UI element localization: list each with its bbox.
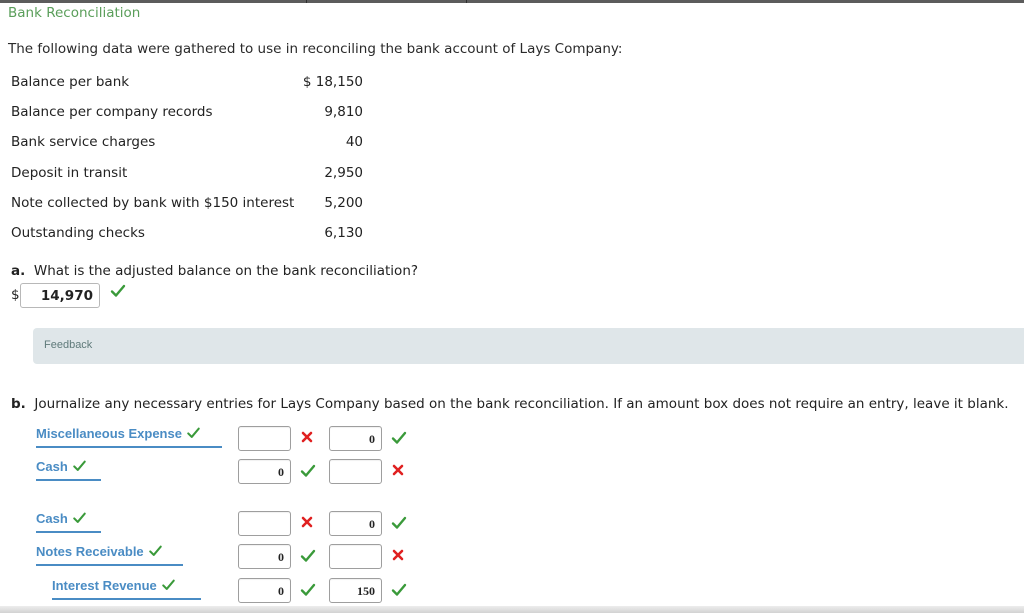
- question-b-text: Journalize any necessary entries for Lay…: [34, 396, 1009, 412]
- page-title: Bank Reconciliation: [8, 5, 141, 21]
- check-icon: [391, 582, 407, 598]
- check-icon: [391, 430, 407, 446]
- account-select[interactable]: Interest Revenue: [52, 578, 201, 600]
- check-icon: [186, 426, 201, 440]
- credit-input[interactable]: [329, 459, 382, 484]
- debit-input[interactable]: [238, 426, 291, 451]
- debit-input[interactable]: [238, 511, 291, 536]
- data-value: 5,200: [324, 194, 363, 211]
- account-name: Miscellaneous Expense: [36, 426, 182, 441]
- check-icon: [300, 463, 316, 479]
- toolbar-divider: [466, 0, 467, 3]
- journal-line: Miscellaneous Expense 0: [0, 426, 1024, 456]
- account-select[interactable]: Cash: [36, 459, 101, 481]
- currency-symbol: $: [11, 287, 20, 303]
- debit-input[interactable]: 0: [238, 459, 291, 484]
- cross-icon: [391, 463, 407, 479]
- question-b-prefix: b.: [11, 396, 26, 412]
- question-a: a. What is the adjusted balance on the b…: [11, 263, 418, 279]
- question-a-text: What is the adjusted balance on the bank…: [33, 263, 419, 279]
- feedback-label[interactable]: Feedback: [44, 339, 92, 351]
- credit-input[interactable]: 0: [329, 426, 382, 451]
- question-b: b. Journalize any necessary entries for …: [11, 396, 1009, 412]
- check-icon: [161, 578, 176, 592]
- data-label: Deposit in transit: [11, 164, 128, 181]
- account-select[interactable]: Notes Receivable: [36, 544, 183, 566]
- check-icon: [110, 283, 126, 299]
- data-label: Balance per bank: [11, 74, 130, 90]
- data-row: Balance per company records 9,810: [11, 102, 363, 132]
- journal-line: Cash 0: [0, 511, 1024, 541]
- data-row: Bank service charges 40: [11, 132, 363, 162]
- problem-intro: The following data were gathered to use …: [8, 41, 623, 57]
- check-icon: [300, 582, 316, 598]
- toolbar-divider: [306, 0, 307, 3]
- given-data-table: Balance per bank $ 18,150 Balance per co…: [11, 72, 363, 253]
- account-select[interactable]: Miscellaneous Expense: [36, 426, 222, 448]
- account-select[interactable]: Cash: [36, 511, 101, 533]
- data-value: $ 18,150: [302, 74, 363, 90]
- feedback-panel[interactable]: Feedback: [33, 328, 1024, 364]
- data-value: 9,810: [324, 104, 363, 121]
- cross-icon: [300, 515, 316, 531]
- check-icon: [72, 511, 87, 525]
- check-icon: [72, 459, 87, 473]
- journal-line: Notes Receivable 0: [0, 544, 1024, 574]
- top-toolbar-strip: [0, 0, 1024, 3]
- check-icon: [148, 544, 163, 558]
- data-label: Note collected by bank with $150 interes…: [11, 194, 295, 211]
- debit-input[interactable]: 0: [238, 578, 291, 603]
- data-value: 6,130: [324, 224, 363, 241]
- data-value: 2,950: [324, 164, 363, 181]
- account-name: Cash: [36, 459, 68, 474]
- account-name: Notes Receivable: [36, 544, 144, 559]
- cross-icon: [391, 548, 407, 564]
- journal-line: Interest Revenue 0 150: [0, 578, 1024, 608]
- data-value: 40: [345, 134, 363, 151]
- question-a-prefix: a.: [11, 263, 26, 279]
- data-row: Balance per bank $ 18,150: [11, 72, 363, 102]
- data-row: Deposit in transit 2,950: [11, 163, 363, 193]
- check-icon: [391, 515, 407, 531]
- check-icon: [300, 548, 316, 564]
- bottom-edge-shadow: [0, 606, 1024, 613]
- cross-icon: [300, 430, 316, 446]
- account-name: Cash: [36, 511, 68, 526]
- data-label: Balance per company records: [11, 104, 213, 121]
- credit-input[interactable]: 0: [329, 511, 382, 536]
- account-name: Interest Revenue: [52, 578, 157, 593]
- data-label: Bank service charges: [11, 134, 156, 151]
- data-row: Note collected by bank with $150 interes…: [11, 193, 363, 223]
- debit-input[interactable]: 0: [238, 544, 291, 569]
- credit-input[interactable]: [329, 544, 382, 569]
- journal-line: Cash 0: [0, 459, 1024, 489]
- data-label: Outstanding checks: [11, 224, 145, 241]
- data-row: Outstanding checks 6,130: [11, 223, 363, 253]
- adjusted-balance-input[interactable]: 14,970: [20, 283, 100, 308]
- credit-input[interactable]: 150: [329, 578, 382, 603]
